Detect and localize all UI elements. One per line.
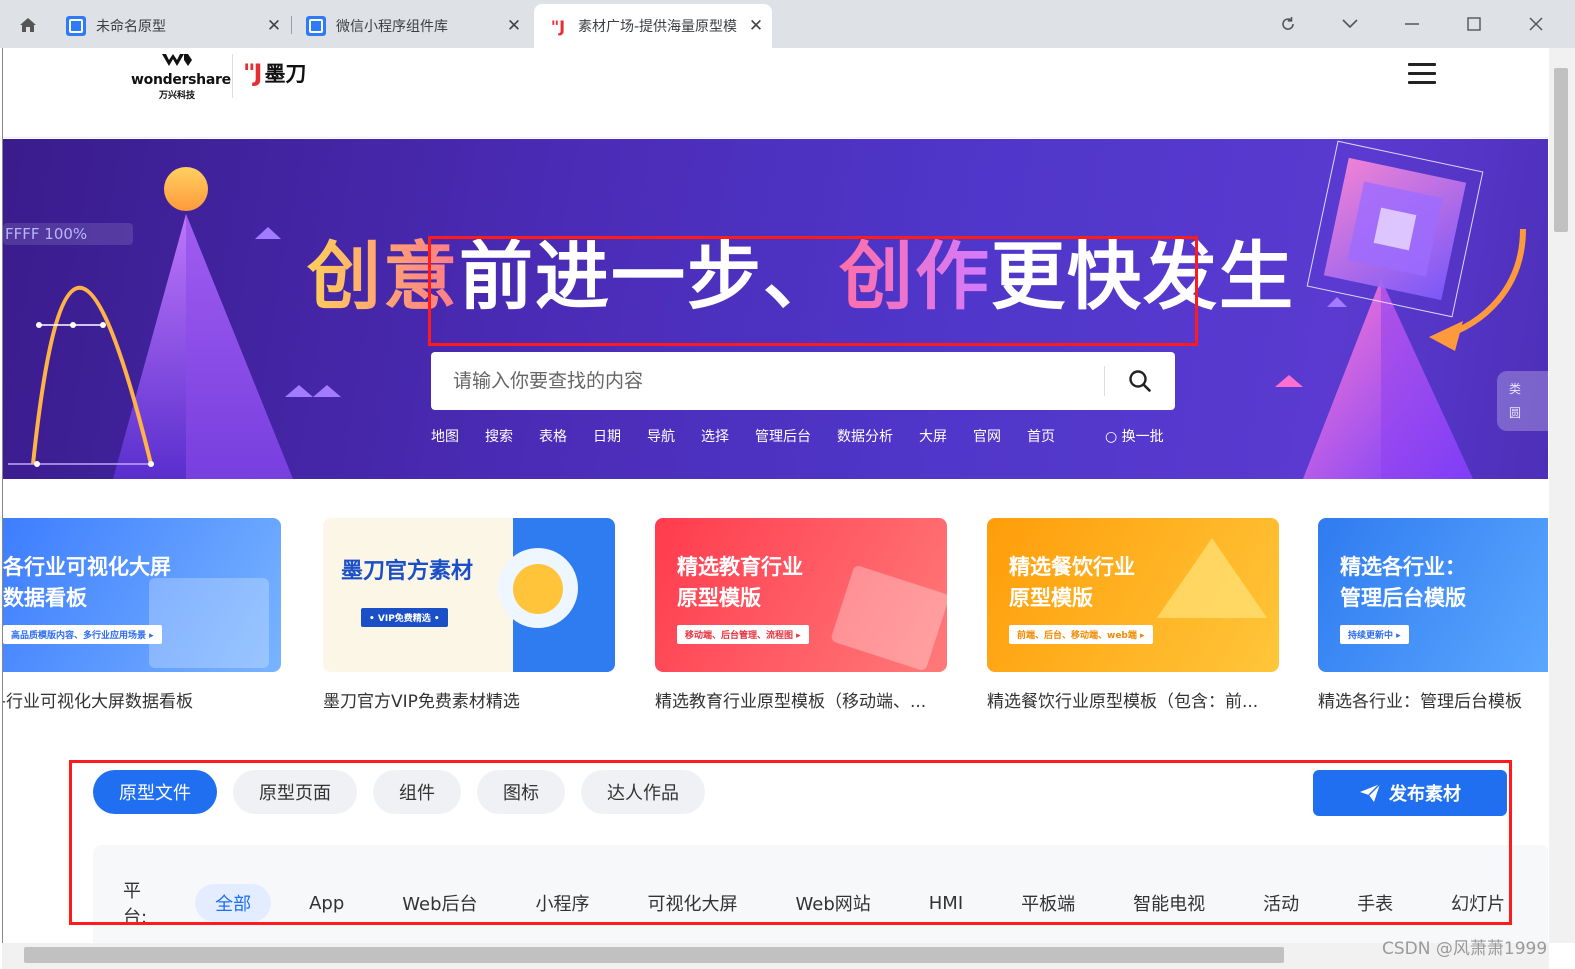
search-input[interactable] (431, 352, 1104, 410)
search-bar (431, 352, 1175, 410)
refresh-tags-button[interactable]: ○ 换一批 (1105, 426, 1164, 446)
hot-tag[interactable]: 官网 (973, 426, 1001, 446)
featured-card[interactable]: 墨刀官方素材 • VIP免费精选 • 墨刀官方VIP免费素材精选 (323, 518, 615, 712)
wondershare-logo[interactable]: wondershare 万兴科技 (131, 52, 231, 101)
scrollbar-thumb[interactable] (24, 947, 1284, 963)
tab-material-plaza[interactable]: "J 素材广场-提供海量原型模 ✕ (534, 4, 772, 48)
hot-tag[interactable]: 管理后台 (755, 426, 811, 446)
hot-tag[interactable]: 日期 (593, 426, 621, 446)
refresh-label: 换一批 (1121, 429, 1164, 445)
card-cover: 各行业可视化大屏 数据看板 高品质模版内容、多行业应用场景 ▸ (3, 518, 281, 672)
tab-untitled-prototype[interactable]: 未命名原型 ✕ (52, 4, 290, 48)
window-close-icon[interactable] (1518, 10, 1554, 38)
tab-close-icon[interactable]: ✕ (502, 16, 526, 36)
card-caption: 精选各行业：管理后台模板 (1318, 692, 1522, 712)
chevron-down-icon[interactable] (1332, 10, 1368, 38)
card-cover: 精选各行业： 管理后台模版 持续更新中 ▸ (1318, 518, 1548, 672)
hot-tag[interactable]: 数据分析 (837, 426, 893, 446)
card-cover: 墨刀官方素材 • VIP免费精选 • (323, 518, 615, 672)
app-favicon-icon (66, 16, 86, 36)
card-caption: 精选餐饮行业原型模板（包含：前... (987, 692, 1259, 712)
hot-tag[interactable]: 地图 (431, 426, 459, 446)
modao-logo[interactable]: "J 墨刀 (243, 58, 306, 88)
hamburger-menu-icon[interactable] (1408, 63, 1436, 85)
site-header: wondershare 万兴科技 "J 墨刀 (3, 48, 1548, 138)
wondershare-name: wondershare (131, 72, 231, 88)
tab-title: 未命名原型 (96, 19, 166, 35)
wondershare-mark-icon (162, 54, 192, 66)
tab-close-icon[interactable]: ✕ (262, 16, 286, 36)
platform-option[interactable]: 其它 (1543, 884, 1548, 922)
home-icon[interactable] (8, 10, 48, 40)
featured-card[interactable]: 精选餐饮行业 原型模版 前端、后台、移动端、web端 ▸ 精选餐饮行业原型模板（包… (987, 518, 1279, 712)
hot-tag[interactable]: 首页 (1027, 426, 1055, 446)
tab-wechat-components[interactable]: 微信小程序组件库 ✕ (292, 4, 530, 48)
page-viewport: wondershare 万兴科技 "J 墨刀 FFFF 100% 创意前进一步、… (2, 48, 1548, 943)
tab-title: 微信小程序组件库 (336, 19, 448, 35)
maximize-icon[interactable] (1456, 10, 1492, 38)
side-float-widget[interactable]: 类 圆 (1497, 371, 1548, 431)
card-heading: 各行业可视化大屏 数据看板 (3, 555, 171, 610)
card-heading: 精选餐饮行业 原型模版 (1009, 555, 1135, 610)
card-cover: 精选教育行业 原型模版 移动端、后台管理、流程图 ▸ (655, 518, 947, 672)
card-caption: 各行业可视化大屏数据看板 (2, 692, 193, 712)
card-pill: 高品质模版内容、多行业应用场景 ▸ (3, 625, 162, 644)
hot-tag[interactable]: 导航 (647, 426, 675, 446)
tab-close-icon[interactable]: ✕ (744, 16, 768, 36)
scrollbar-thumb[interactable] (1554, 68, 1568, 232)
highlight-box-filters (69, 760, 1512, 925)
reload-icon[interactable] (1270, 10, 1306, 38)
card-pill: 持续更新中 ▸ (1340, 625, 1409, 644)
side-float-item: 类 (1509, 382, 1522, 396)
featured-card[interactable]: 精选各行业： 管理后台模版 持续更新中 ▸ 精选各行业：管理后台模板 (1318, 518, 1548, 712)
app-favicon-icon (306, 16, 326, 36)
wondershare-subtitle: 万兴科技 (158, 91, 195, 101)
card-cover: 精选餐饮行业 原型模版 前端、后台、移动端、web端 ▸ (987, 518, 1279, 672)
refresh-icon: ○ (1105, 429, 1122, 445)
modao-mark-icon: "J (243, 59, 262, 87)
logo-divider (232, 54, 233, 98)
side-float-item: 圆 (1509, 406, 1522, 420)
vertical-scrollbar[interactable] (1549, 48, 1575, 943)
featured-cards: 各行业可视化大屏 数据看板 高品质模版内容、多行业应用场景 ▸ 各行业可视化大屏数… (3, 518, 1548, 718)
card-pill: 移动端、后台管理、流程图 ▸ (677, 625, 809, 644)
card-caption: 墨刀官方VIP免费素材精选 (323, 692, 520, 712)
card-pill: 前端、后台、移动端、web端 ▸ (1009, 625, 1153, 644)
featured-card[interactable]: 精选教育行业 原型模版 移动端、后台管理、流程图 ▸ 精选教育行业原型模板（移动端… (655, 518, 947, 712)
csdn-watermark: CSDN @风萧萧1999 (1382, 939, 1548, 959)
hot-tag[interactable]: 选择 (701, 426, 729, 446)
hot-tag[interactable]: 搜索 (485, 426, 513, 446)
horizontal-scrollbar[interactable] (2, 943, 1549, 969)
modao-name: 墨刀 (264, 62, 307, 86)
hot-tag[interactable]: 大屏 (919, 426, 947, 446)
card-caption: 精选教育行业原型模板（移动端、... (655, 692, 927, 712)
hot-search-tags: 地图 搜索 表格 日期 导航 选择 管理后台 数据分析 大屏 官网 首页 (431, 426, 1175, 446)
browser-tab-bar: 未命名原型 ✕ 微信小程序组件库 ✕ "J 素材广场-提供海量原型模 ✕ (0, 0, 1575, 48)
card-heading: 精选教育行业 原型模版 (677, 555, 803, 610)
card-heading: 精选各行业： 管理后台模版 (1340, 555, 1466, 610)
hot-tag[interactable]: 表格 (539, 426, 567, 446)
modao-favicon-icon: "J (550, 16, 566, 36)
card-heading: 墨刀官方素材 (341, 559, 474, 584)
tab-title: 素材广场-提供海量原型模 (578, 19, 738, 35)
minimize-icon[interactable] (1394, 10, 1430, 38)
search-icon[interactable] (1105, 352, 1175, 410)
card-pill: • VIP免费精选 • (361, 608, 448, 627)
featured-card[interactable]: 各行业可视化大屏 数据看板 高品质模版内容、多行业应用场景 ▸ 各行业可视化大屏数… (2, 518, 281, 712)
highlight-box-search (428, 236, 1198, 346)
